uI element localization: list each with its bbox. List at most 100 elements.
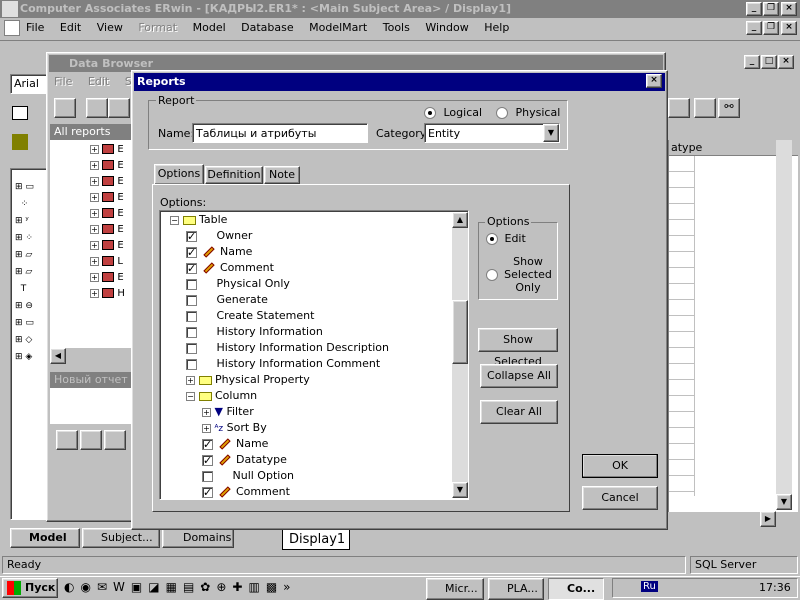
- tab-definition[interactable]: Definition: [205, 166, 263, 184]
- tree-expand-icon[interactable]: ⊞ ʸ: [15, 213, 34, 230]
- option-tree-item[interactable]: − Table: [164, 212, 454, 228]
- expand-icon[interactable]: +: [90, 144, 99, 154]
- expand-icon[interactable]: +: [90, 272, 99, 282]
- ql-icon[interactable]: W: [113, 580, 131, 594]
- collapse-all-button[interactable]: Collapse All: [480, 364, 558, 388]
- option-checkbox[interactable]: [202, 453, 213, 469]
- new-icon[interactable]: [12, 44, 32, 64]
- report-tree-item[interactable]: + E: [90, 222, 125, 238]
- option-tree-item[interactable]: History Information Description: [164, 340, 454, 356]
- menu-format[interactable]: Format: [138, 21, 177, 34]
- quick-launch[interactable]: ◐◉✉W▣◪▦▤✿⊕✚▥▩»: [64, 580, 414, 598]
- options-tree[interactable]: − Table Owner Name Comment Physical Only…: [159, 210, 469, 500]
- physical-radio-icon[interactable]: [496, 107, 508, 119]
- tree-expand-icon[interactable]: ⊞ ▱: [15, 247, 34, 264]
- tree-expand-icon[interactable]: ⊞ ◈: [15, 349, 34, 366]
- expand-icon[interactable]: +: [90, 224, 99, 234]
- ql-icon[interactable]: ◐: [64, 580, 80, 594]
- expand-icon[interactable]: +: [186, 375, 195, 385]
- show-selected-radio[interactable]: [486, 268, 498, 281]
- ql-icon[interactable]: ✚: [232, 580, 248, 594]
- menu-tools[interactable]: Tools: [383, 21, 410, 34]
- tab-display1[interactable]: Display1: [282, 530, 350, 550]
- expand-icon[interactable]: +: [90, 256, 99, 266]
- glasses-icon[interactable]: ⚯: [718, 98, 740, 118]
- option-checkbox[interactable]: [202, 470, 213, 482]
- lang-indicator[interactable]: Ru: [641, 581, 658, 592]
- name-field[interactable]: Таблицы и атрибуты: [192, 123, 368, 143]
- tree-expand-icon[interactable]: ⊞ ▭: [15, 179, 34, 196]
- menu-help[interactable]: Help: [484, 21, 509, 34]
- option-checkbox[interactable]: [186, 294, 197, 306]
- report-tree-item[interactable]: + E: [90, 142, 125, 158]
- option-tree-item[interactable]: Name: [164, 244, 454, 261]
- option-tree-item[interactable]: + Physical Property: [164, 372, 454, 388]
- format-icon[interactable]: [668, 98, 690, 118]
- expand-icon[interactable]: +: [90, 240, 99, 250]
- align-icon[interactable]: [694, 98, 716, 118]
- scroll-down-icon[interactable]: ▼: [452, 482, 468, 498]
- db-preview-icon[interactable]: [108, 98, 130, 118]
- option-checkbox[interactable]: [186, 278, 197, 290]
- tab-domains[interactable]: Domains: [162, 528, 234, 548]
- expand-icon[interactable]: +: [90, 192, 99, 202]
- show-selected-radio-icon[interactable]: [486, 269, 498, 281]
- menu-modelmart[interactable]: ModelMart: [309, 21, 367, 34]
- db-print-icon[interactable]: [86, 98, 108, 118]
- ql-icon[interactable]: »: [283, 580, 296, 594]
- entity-tool-icon[interactable]: [12, 134, 28, 150]
- ql-icon[interactable]: ▦: [166, 580, 183, 594]
- collapse-icon[interactable]: −: [170, 215, 179, 225]
- tree-expand-icon[interactable]: T: [15, 281, 34, 298]
- option-tree-item[interactable]: History Information: [164, 324, 454, 340]
- db-link-icon[interactable]: [80, 430, 102, 450]
- scroll-thumb[interactable]: [452, 300, 468, 364]
- option-checkbox[interactable]: [186, 326, 197, 338]
- db-maximize-icon[interactable]: □: [761, 55, 777, 69]
- scroll-left-icon[interactable]: ◀: [50, 348, 66, 364]
- doc-close-icon[interactable]: ×: [781, 21, 797, 35]
- option-tree-item[interactable]: Physical Only: [164, 276, 454, 292]
- expand-icon[interactable]: +: [90, 208, 99, 218]
- tab-model[interactable]: Model: [10, 528, 80, 548]
- scroll-up-icon[interactable]: ▲: [452, 212, 468, 228]
- db-unlink-icon[interactable]: [104, 430, 126, 450]
- db-move-icon[interactable]: [56, 430, 78, 450]
- right-vscroll[interactable]: [776, 140, 792, 498]
- report-tree-item[interactable]: + E: [90, 174, 125, 190]
- doc-minimize-icon[interactable]: _: [746, 21, 762, 35]
- ql-icon[interactable]: ◉: [80, 580, 96, 594]
- task-co[interactable]: Co...: [548, 578, 604, 600]
- ql-icon[interactable]: ✉: [97, 580, 113, 594]
- tree-expand-icon[interactable]: ⊞ ⊖: [15, 298, 34, 315]
- font-combo[interactable]: Arial: [10, 74, 50, 94]
- menu-view[interactable]: View: [97, 21, 123, 34]
- option-tree-item[interactable]: Generate: [164, 292, 454, 308]
- ql-icon[interactable]: ▣: [131, 580, 148, 594]
- show-selected-button[interactable]: Show Selected: [478, 328, 558, 368]
- minimize-icon[interactable]: _: [746, 2, 762, 16]
- report-tree-item[interactable]: + H: [90, 286, 125, 302]
- edit-radio-icon[interactable]: [486, 233, 498, 245]
- option-tree-item[interactable]: Comment: [164, 260, 454, 277]
- scroll-right-icon[interactable]: ▶: [760, 511, 776, 527]
- tab-subject[interactable]: Subject...: [82, 528, 160, 548]
- expand-icon[interactable]: +: [90, 288, 99, 298]
- option-checkbox[interactable]: [186, 245, 197, 261]
- option-tree-item[interactable]: − Column: [164, 388, 454, 404]
- restore-icon[interactable]: ❐: [763, 2, 779, 16]
- option-tree-item[interactable]: Owner: [164, 228, 454, 245]
- rect-tool-icon[interactable]: [12, 106, 28, 120]
- db-menu-file[interactable]: File: [54, 75, 72, 88]
- close-icon[interactable]: ×: [781, 2, 797, 16]
- option-checkbox[interactable]: [186, 358, 197, 370]
- menu-file[interactable]: File: [26, 21, 44, 34]
- tree-expand-icon[interactable]: ⊞ ⁘: [15, 230, 34, 247]
- report-tree-item[interactable]: + E: [90, 190, 125, 206]
- option-checkbox[interactable]: [186, 342, 197, 354]
- expand-icon[interactable]: +: [202, 423, 211, 433]
- option-tree-item[interactable]: Null Option: [164, 468, 454, 484]
- ql-icon[interactable]: ✿: [200, 580, 216, 594]
- dialog-close-icon[interactable]: ×: [646, 74, 662, 88]
- tree-expand-icon[interactable]: ⊞ ▭: [15, 315, 34, 332]
